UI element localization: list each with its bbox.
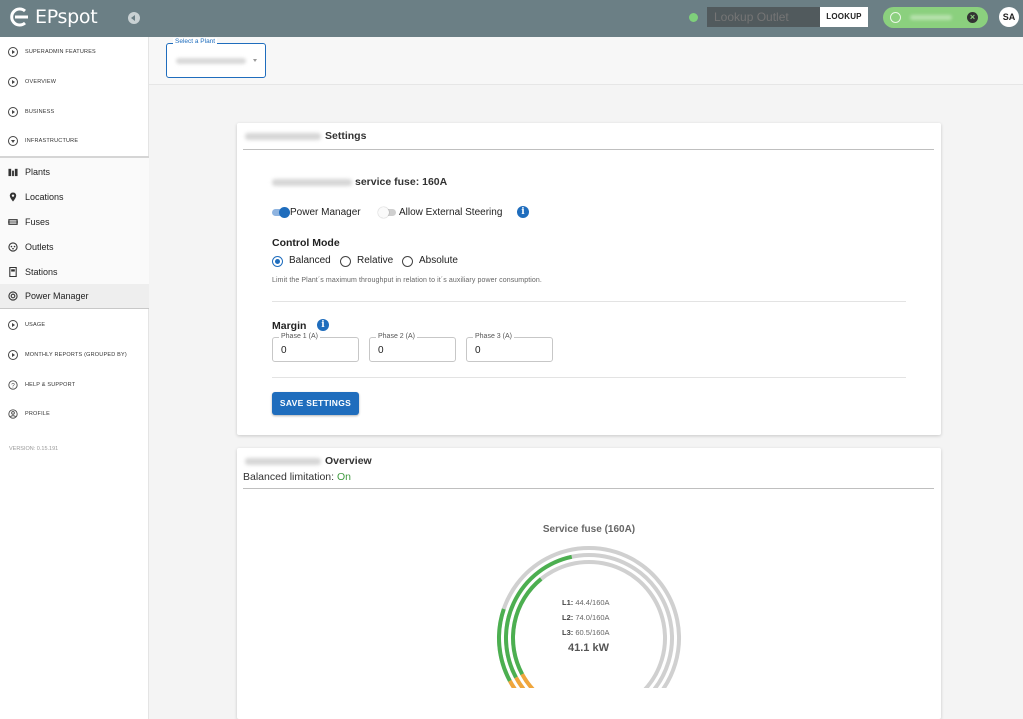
phase-3-field[interactable]: Phase 3 (A) [466, 333, 553, 362]
fuse-icon [8, 219, 18, 225]
station-icon [9, 267, 17, 277]
chevron-circle-icon [8, 320, 18, 330]
overview-card: Overview Balanced limitation: On Service… [237, 448, 941, 719]
plant-icon [8, 168, 18, 177]
plant-name-redacted [272, 178, 352, 186]
chevron-circle-icon [8, 136, 18, 146]
help-icon: ? [8, 380, 18, 390]
outlet-icon [8, 242, 18, 252]
radio-relative[interactable] [340, 256, 351, 267]
gauge-total-power: 41.1 kW [568, 642, 609, 654]
balanced-limitation-value: On [336, 471, 351, 483]
account-icon [890, 12, 901, 23]
save-settings-button[interactable]: SAVE SETTINGS [272, 392, 359, 415]
sidebar-item-overview[interactable]: OVERVIEW [0, 70, 149, 94]
version-label: VERSION: 0.15.191 [9, 446, 59, 452]
plant-select-dropdown[interactable]: Select a Plant [166, 38, 266, 78]
infrastructure-submenu: Plants Locations Fuses Outlets Stations … [0, 156, 149, 309]
power-manager-label: Power Manager [290, 207, 361, 218]
radio-balanced-label: Balanced [289, 255, 331, 266]
sidebar-item-superadmin-features[interactable]: SUPERADMIN FEATURES [0, 40, 149, 64]
gauge-line-l1: L1: 44.4/160A [562, 598, 610, 607]
plant-name-redacted [245, 132, 321, 140]
profile-icon [8, 409, 18, 419]
gauge-line-l3: L3: 60.5/160A [562, 628, 610, 637]
location-pin-icon [9, 192, 17, 202]
svg-text:?: ? [11, 382, 15, 389]
gauge-line-l2: L2: 74.0/160A [562, 613, 610, 622]
plant-selector-band [149, 37, 1023, 85]
power-manager-toggle[interactable] [272, 207, 290, 218]
sidebar-item-monthly-reports[interactable]: MONTHLY REPORTS (GROUPED BY) [0, 343, 149, 367]
account-selector-chip[interactable]: × [883, 7, 988, 28]
radio-absolute[interactable] [402, 256, 413, 267]
sidebar-item-outlets[interactable]: Outlets [0, 235, 149, 259]
radio-relative-label: Relative [357, 255, 394, 266]
power-manager-icon [8, 291, 18, 301]
margin-label: Margin [272, 320, 307, 332]
lookup-outlet-input[interactable] [707, 7, 820, 27]
chevron-circle-icon [8, 47, 18, 57]
sidebar: SUPERADMIN FEATURES OVERVIEW BUSINESS IN… [0, 37, 149, 719]
settings-divider [243, 149, 934, 150]
sidebar-item-fuses[interactable]: Fuses [0, 210, 149, 234]
section-divider [272, 301, 906, 302]
chevron-circle-icon [8, 107, 18, 117]
account-name-redacted [910, 15, 952, 20]
sidebar-item-plants[interactable]: Plants [0, 160, 149, 184]
lookup-button[interactable]: LOOKUP [820, 7, 868, 27]
collapse-sidebar-icon[interactable] [128, 12, 140, 24]
service-fuse-line: service fuse: 160A [272, 176, 447, 188]
sidebar-item-locations[interactable]: Locations [0, 185, 149, 209]
external-steering-toggle[interactable] [378, 207, 396, 218]
avatar[interactable]: SA [999, 7, 1019, 27]
plant-select-value-redacted [176, 58, 246, 64]
sidebar-item-usage[interactable]: USAGE [0, 313, 149, 337]
plant-name-redacted [245, 457, 321, 465]
close-icon[interactable]: × [967, 12, 978, 23]
sidebar-item-power-manager[interactable]: Power Manager [0, 284, 149, 308]
settings-title: Settings [245, 130, 366, 142]
phase-3-input[interactable] [475, 345, 545, 356]
sidebar-item-help-support[interactable]: ? HELP & SUPPORT [0, 373, 149, 397]
plant-select-legend: Select a Plant [173, 38, 218, 45]
top-bar: EPspot LOOKUP × SA [0, 0, 1023, 37]
balanced-limitation-status: Balanced limitation: On [243, 471, 351, 483]
phase-2-field[interactable]: Phase 2 (A) [369, 333, 456, 362]
sidebar-item-stations[interactable]: Stations [0, 260, 149, 284]
external-steering-label: Allow External Steering [399, 207, 503, 218]
section-divider [272, 377, 906, 378]
radio-balanced[interactable] [272, 256, 283, 267]
sidebar-item-profile[interactable]: PROFILE [0, 402, 149, 426]
radio-absolute-label: Absolute [419, 255, 458, 266]
sidebar-item-infrastructure[interactable]: INFRASTRUCTURE [0, 129, 149, 153]
chevron-circle-icon [8, 77, 18, 87]
phase-2-input[interactable] [378, 345, 448, 356]
app-logo[interactable]: EPspot [8, 6, 98, 28]
chevron-circle-icon [8, 350, 18, 360]
sidebar-item-business[interactable]: BUSINESS [0, 100, 149, 124]
info-icon[interactable]: i [317, 319, 329, 331]
overview-title: Overview [245, 455, 372, 467]
epspot-logo-icon [10, 7, 28, 27]
settings-card: Settings service fuse: 160A Power Manage… [237, 123, 941, 435]
info-icon[interactable]: i [517, 206, 529, 218]
app-name: EPspot [35, 6, 98, 28]
phase-1-field[interactable]: Phase 1 (A) [272, 333, 359, 362]
overview-divider [243, 488, 934, 489]
gauge-title: Service fuse (160A) [542, 524, 636, 535]
phase-1-input[interactable] [281, 345, 351, 356]
chevron-down-icon [253, 59, 257, 62]
connection-status-dot [689, 13, 698, 22]
gauge-warn-l3 [520, 673, 535, 688]
control-mode-hint: Limit the Plant´s maximum throughput in … [272, 277, 542, 284]
control-mode-label: Control Mode [272, 237, 340, 249]
gauge-track-l3 [511, 560, 667, 688]
